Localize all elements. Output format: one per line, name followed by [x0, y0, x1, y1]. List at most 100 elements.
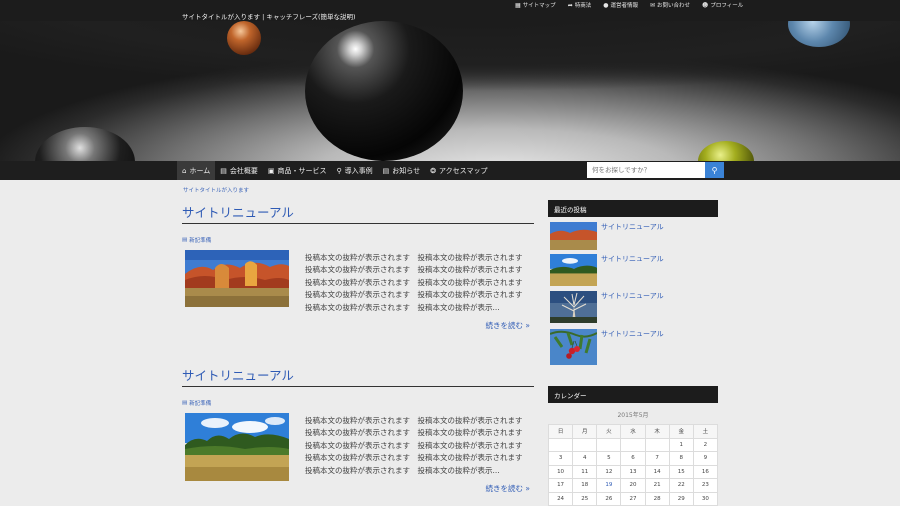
search-icon: ⚲	[711, 165, 718, 175]
post-title[interactable]: サイトリニューアル	[182, 365, 534, 387]
post-excerpt: 投稿本文の抜粋が表示されます 投稿本文の抜粋が表示されます 投稿本文の抜粋が表示…	[305, 252, 535, 314]
recent-post-link[interactable]: サイトリニューアル	[601, 222, 664, 232]
nav-item-news[interactable]: ▤ お知らせ	[378, 161, 426, 180]
recent-post-item: サイトリニューアル	[549, 254, 717, 286]
post-thumbnail[interactable]	[185, 250, 289, 307]
recent-post-item: サイトリニューアル	[549, 329, 717, 365]
nav-label: 商品・サービス	[277, 166, 327, 175]
recent-post-link[interactable]: サイトリニューアル	[601, 291, 664, 301]
category-label: 新記準備	[189, 401, 212, 407]
calendar-heading: カレンダー	[548, 386, 718, 403]
nav-item-products[interactable]: ▣ 商品・サービス	[263, 161, 332, 180]
excerpt-line: 投稿本文の抜粋が表示されます 投稿本文の抜粋が表示されます	[305, 416, 523, 425]
day-cell: 28	[644, 491, 670, 506]
top-link-sitemap[interactable]: ▦ サイトマップ	[515, 1, 556, 10]
mail-icon: ✉	[650, 1, 656, 9]
day-cell: 23	[692, 478, 719, 493]
day-cell: 10	[547, 464, 574, 479]
compass-icon: ❂	[430, 166, 437, 175]
top-link-tokushoho[interactable]: ➦ 特商法	[567, 1, 592, 10]
post-category[interactable]: ▤ 新記準備	[182, 236, 534, 244]
newspaper-icon: ▤	[382, 166, 390, 175]
calendar-week-row: 24 25 26 27 28 29 30	[547, 491, 719, 506]
post-body: 投稿本文の抜粋が表示されます 投稿本文の抜粋が表示されます 投稿本文の抜粋が表示…	[182, 413, 534, 493]
recent-post-thumbnail[interactable]	[550, 329, 597, 365]
day-cell: 2	[692, 437, 719, 452]
top-links: ▦ サイトマップ ➦ 特商法 ● 運営者情報 ✉ お問い合わせ ☻ プロフィール	[515, 1, 743, 10]
nav-item-access[interactable]: ❂ アクセスマップ	[425, 161, 492, 180]
top-bar: サイトタイトルが入ります | キャッチフレーズ(簡単な説明) ▦ サイトマップ ➦…	[0, 0, 900, 21]
calendar-table: 日 月 火 水 木 金 土 1 2 3 4 5 6 7 8 9 10 11 12…	[547, 424, 719, 506]
calendar-caption: 2015年5月	[617, 412, 649, 419]
nav-item-cases[interactable]: ⚲ 導入事例	[332, 161, 378, 180]
read-more-link[interactable]: 続きを読む »	[486, 483, 530, 494]
top-link-operator[interactable]: ● 運営者情報	[603, 1, 638, 10]
excerpt-line: 投稿本文の抜粋が表示されます 投稿本文の抜粋が表示...	[305, 302, 500, 312]
nav-label: お知らせ	[392, 166, 421, 175]
recent-post-link[interactable]: サイトリニューアル	[601, 329, 664, 339]
day-cell: 3	[547, 451, 574, 466]
day-cell-linked[interactable]: 19	[596, 478, 622, 493]
day-cell: 13	[620, 464, 646, 479]
black-sphere	[305, 21, 463, 161]
day-cell: 7	[644, 451, 670, 466]
top-link-label: サイトマップ	[522, 3, 556, 9]
calendar-week-row: 10 11 12 13 14 15 16	[547, 464, 719, 479]
day-cell: 30	[692, 491, 719, 506]
day-cell: 14	[644, 464, 670, 479]
day-cell: 25	[572, 491, 598, 506]
nav-item-home[interactable]: ⌂ ホーム	[177, 161, 216, 180]
top-link-label: 運営者情報	[610, 3, 638, 9]
nav-items: ⌂ ホーム ▤ 会社概要 ▣ 商品・サービス ⚲ 導入事例 ▤ お知らせ ❂ アクセスマップ	[177, 161, 492, 180]
breadcrumb[interactable]: サイトタイトルが入ります	[183, 186, 249, 194]
excerpt-line: 投稿本文の抜粋が表示されます 投稿本文の抜粋が表示されます	[305, 265, 523, 275]
folder-icon: ▤	[182, 237, 188, 243]
weekday-cell: 木	[644, 424, 670, 439]
weekday-cell: 火	[596, 424, 622, 439]
pin-icon: ➦	[567, 1, 573, 9]
day-cell: 16	[692, 464, 719, 479]
day-cell: 4	[572, 451, 598, 466]
nav-label: アクセスマップ	[439, 166, 488, 175]
search-input[interactable]	[587, 162, 705, 178]
recent-post-thumbnail[interactable]	[550, 291, 597, 323]
top-link-contact[interactable]: ✉ お問い合わせ	[650, 1, 691, 10]
info-icon: ●	[603, 1, 609, 9]
excerpt-line: 投稿本文の抜粋が表示されます 投稿本文の抜粋が表示されます	[305, 277, 523, 287]
post-category[interactable]: ▤ 新記準備	[182, 399, 534, 407]
day-cell: 26	[596, 491, 622, 506]
top-link-label: お問い合わせ	[657, 3, 691, 9]
calendar-week-row: 17 18 19 20 21 22 23	[547, 478, 719, 493]
post-thumbnail[interactable]	[185, 413, 289, 481]
day-cell: 6	[620, 451, 646, 466]
nav-label: 導入事例	[344, 166, 373, 175]
search-button[interactable]: ⚲	[705, 162, 724, 178]
weekday-cell: 水	[620, 424, 646, 439]
map-marker-icon: ⚲	[336, 166, 342, 175]
home-icon: ⌂	[182, 166, 187, 175]
day-cell: 8	[668, 451, 694, 466]
nav-item-company[interactable]: ▤ 会社概要	[215, 161, 263, 180]
top-link-profile[interactable]: ☻ プロフィール	[702, 1, 743, 10]
day-cell	[572, 437, 598, 452]
site-tagline: サイトタイトルが入ります | キャッチフレーズ(簡単な説明)	[182, 13, 356, 21]
recent-post-link[interactable]: サイトリニューアル	[601, 254, 664, 264]
top-link-label: 特商法	[574, 3, 592, 9]
weekday-cell: 月	[572, 424, 598, 439]
read-more-link[interactable]: 続きを読む »	[486, 320, 530, 331]
day-cell	[596, 437, 622, 452]
folder-icon: ▤	[182, 400, 188, 406]
user-icon: ☻	[702, 1, 709, 9]
day-cell: 9	[692, 451, 719, 466]
day-cell	[644, 437, 670, 452]
recent-post-thumbnail[interactable]	[550, 254, 597, 286]
cubes-icon: ▣	[267, 166, 275, 175]
post-body: 投稿本文の抜粋が表示されます 投稿本文の抜粋が表示されます 投稿本文の抜粋が表示…	[182, 250, 535, 330]
day-cell: 12	[596, 464, 622, 479]
calendar-week-row: 3 4 5 6 7 8 9	[547, 451, 719, 466]
day-cell: 29	[668, 491, 694, 506]
post-title[interactable]: サイトリニューアル	[182, 202, 534, 224]
recent-post-thumbnail[interactable]	[550, 222, 597, 250]
day-cell: 11	[572, 464, 598, 479]
day-cell	[547, 437, 574, 452]
